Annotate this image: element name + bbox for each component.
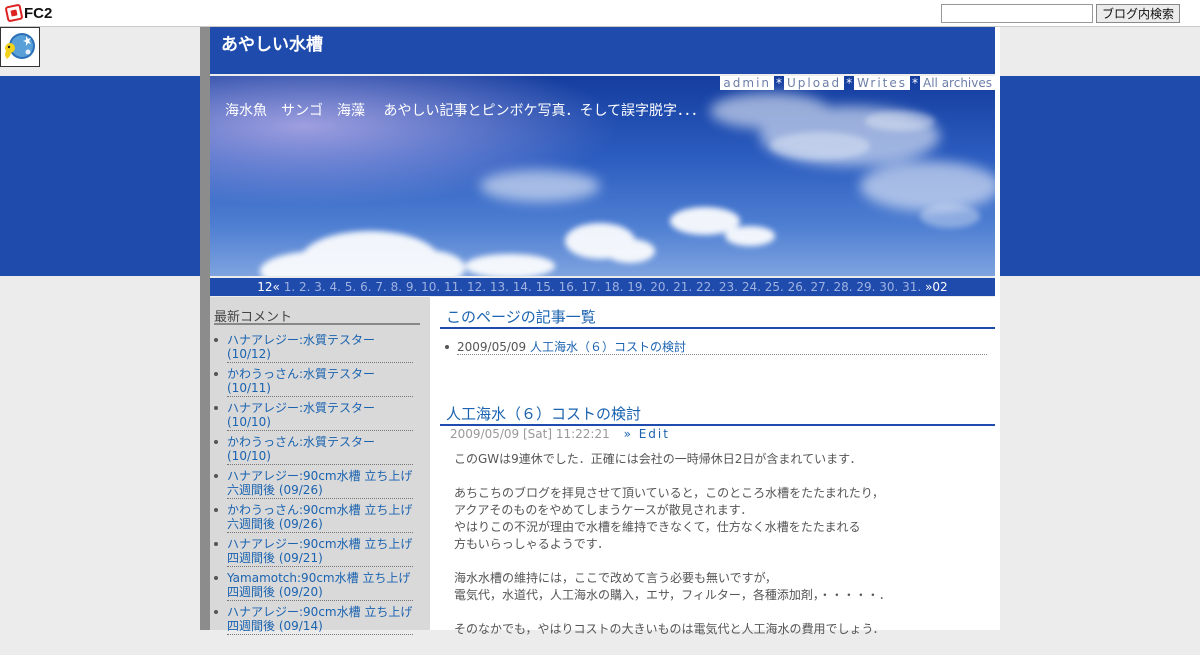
calendar-day-link[interactable]: 28. — [830, 280, 852, 294]
calendar-day-link[interactable]: 13. — [486, 280, 509, 294]
comment-link[interactable]: ハナアレジー:水質テスター (10/10) — [214, 401, 413, 431]
comment-link[interactable]: かわうっさん:水質テスター (10/11) — [214, 367, 413, 397]
calendar-day-link[interactable]: 30. — [875, 280, 898, 294]
article-title-link[interactable]: 人工海水（６）コストの検討 — [530, 340, 686, 354]
comment-link[interactable]: Yamamotch:90cm水槽 立ち上げ四週間後 (09/20) — [214, 571, 413, 601]
calendar-day-link[interactable]: 2. — [295, 280, 310, 294]
calendar-day-link[interactable]: 1. — [284, 280, 295, 294]
blog-search-button[interactable]: ブログ内検索 — [1096, 4, 1180, 23]
calendar-day-link[interactable]: 23. — [715, 280, 738, 294]
admin-link[interactable]: admin — [720, 76, 775, 90]
comment-link[interactable]: かわうっさん:90cm水槽 立ち上げ六週間後 (09/26) — [214, 503, 413, 533]
sidebar-heading-rule — [214, 323, 420, 325]
calendar-day-link[interactable]: 18. — [601, 280, 623, 294]
fc2-toolbar: FC2 ブログ内検索 — [0, 0, 1200, 27]
calendar-day-link[interactable]: 19. — [623, 280, 646, 294]
calendar-day-link[interactable]: 10. — [417, 280, 440, 294]
entry-meta: 2009/05/09 [Sat] 11:22:21 » Edit — [450, 427, 670, 441]
calendar-day-link[interactable]: 4. — [326, 280, 341, 294]
calendar-days: 1. 2. 3. 4. 5. 6. 7. 8. 9. 10. 11. 12. 1… — [284, 280, 922, 294]
prev-month-link[interactable]: 12« — [257, 280, 280, 294]
calendar-day-link[interactable]: 31. — [898, 280, 921, 294]
fish-avatar-icon — [5, 33, 35, 59]
calendar-day-link[interactable]: 12. — [463, 280, 486, 294]
all-archives-link[interactable]: All archives — [920, 76, 995, 90]
admin-separator: * — [912, 76, 918, 90]
calendar-day-link[interactable]: 29. — [853, 280, 875, 294]
blog-search-input[interactable] — [941, 4, 1093, 23]
calendar-day-link[interactable]: 27. — [807, 280, 830, 294]
header-sky-image: admin * Upload * Writes * All archives 海… — [210, 76, 995, 276]
admin-separator: * — [846, 76, 853, 90]
calendar-day-link[interactable]: 16. — [555, 280, 578, 294]
article-date: 2009/05/09 — [457, 340, 527, 354]
left-decor-band — [0, 76, 200, 276]
calendar-day-link[interactable]: 26. — [784, 280, 807, 294]
entry-title[interactable]: 人工海水（６）コストの検討 — [440, 403, 995, 426]
recent-comments-list: ハナアレジー:水質テスター (10/12) かわうっさん:水質テスター (10/… — [210, 333, 413, 639]
fc2-logo-icon — [4, 3, 24, 23]
entry-paragraph: 海水水槽の維持には，ここで改めて言う必要も無いですが， 電気代，水道代，人工海水… — [454, 571, 891, 602]
avatar[interactable] — [0, 27, 40, 67]
article-list-item: 2009/05/09 人工海水（６）コストの検討 — [445, 340, 987, 355]
fc2-logo[interactable]: FC2 — [4, 3, 53, 23]
calendar-day-link[interactable]: 9. — [402, 280, 417, 294]
entry-paragraph: このGWは9連休でした．正確には会社の一時帰休日2日が含まれています． — [454, 452, 862, 466]
calendar-date-nav: 12« 1. 2. 3. 4. 5. 6. 7. 8. 9. 10. 11. 1… — [210, 278, 995, 296]
comment-link[interactable]: ハナアレジー:90cm水槽 立ち上げ四週間後 (09/21) — [214, 537, 413, 567]
comment-link[interactable]: かわうっさん:水質テスター (10/10) — [214, 435, 413, 465]
right-decor-band — [1000, 76, 1200, 276]
sidebar: 最新コメント ハナアレジー:水質テスター (10/12) かわうっさん:水質テス… — [210, 297, 430, 635]
comment-link[interactable]: ハナアレジー:水質テスター (10/12) — [214, 333, 413, 363]
right-column-edge — [995, 27, 1000, 630]
left-column-edge — [200, 27, 210, 630]
calendar-day-link[interactable]: 5. — [341, 280, 356, 294]
fc2-logo-text: FC2 — [24, 4, 53, 22]
comment-link[interactable]: ハナアレジー:90cm水槽 立ち上げ六週間後 (09/26) — [214, 469, 413, 499]
calendar-day-link[interactable]: 3. — [310, 280, 325, 294]
blog-header: あやしい水槽 — [210, 27, 995, 74]
next-month-link[interactable]: »02 — [925, 280, 948, 294]
admin-links-bar: admin * Upload * Writes * All archives — [720, 76, 995, 90]
admin-separator: * — [776, 76, 783, 90]
calendar-day-link[interactable]: 21. — [669, 280, 692, 294]
calendar-day-link[interactable]: 6. — [356, 280, 371, 294]
main-content: このページの記事一覧 2009/05/09 人工海水（６）コストの検討 人工海水… — [430, 297, 995, 636]
calendar-day-link[interactable]: 24. — [738, 280, 761, 294]
blog-title[interactable]: あやしい水槽 — [221, 30, 323, 55]
writes-link[interactable]: Writes — [854, 76, 910, 90]
calendar-day-link[interactable]: 7. — [372, 280, 386, 294]
calendar-day-link[interactable]: 25. — [761, 280, 784, 294]
article-list-heading: このページの記事一覧 — [440, 306, 995, 329]
calendar-day-link[interactable]: 20. — [646, 280, 669, 294]
entry-body: このGWは9連休でした．正確には会社の一時帰休日2日が含まれています． あちこち… — [454, 451, 984, 655]
calendar-day-link[interactable]: 15. — [532, 280, 555, 294]
entry-paragraph: あちこちのブログを拝見させて頂いていると，このところ水槽をたたまれたり， アクア… — [454, 486, 884, 551]
calendar-day-link[interactable]: 17. — [578, 280, 600, 294]
calendar-day-link[interactable]: 22. — [692, 280, 715, 294]
blog-description: 海水魚 サンゴ 海藻 あやしい記事とピンボケ写真．そして誤字脱字．．． — [225, 103, 706, 119]
calendar-day-link[interactable]: 14. — [509, 280, 532, 294]
comment-link[interactable]: ハナアレジー:90cm水槽 立ち上げ四週間後 (09/14) — [214, 605, 413, 635]
calendar-day-link[interactable]: 11. — [440, 280, 463, 294]
entry-datetime: 2009/05/09 [Sat] 11:22:21 — [450, 427, 610, 441]
calendar-day-link[interactable]: 8. — [387, 280, 402, 294]
upload-link[interactable]: Upload — [784, 76, 845, 90]
edit-link[interactable]: » Edit — [624, 427, 670, 441]
